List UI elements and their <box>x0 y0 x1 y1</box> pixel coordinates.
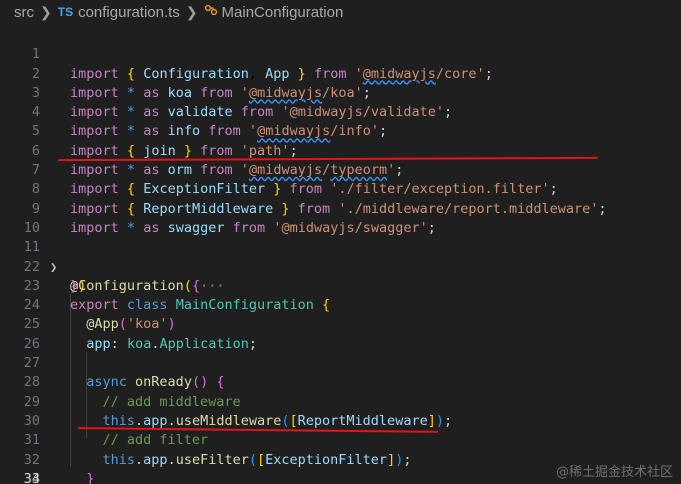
chevron-right-icon: ❯ <box>185 3 198 20</box>
code-editor[interactable]: 1 import { Configuration, App } from '@m… <box>0 24 681 484</box>
code-line[interactable]: 3 import * as validate from '@midwayjs/v… <box>0 65 681 120</box>
breadcrumb-folder[interactable]: src <box>14 4 34 21</box>
code-line[interactable]: 5 import { join } from 'path'; <box>0 103 681 158</box>
code-line[interactable]: 27 async onReady() { <box>0 335 681 390</box>
code-line[interactable]: 11 ❯ @Configuration({··· <box>0 219 681 294</box>
code-line[interactable]: 28 // add middleware <box>0 354 681 409</box>
code-line[interactable]: 25 app: koa.Application; <box>0 296 681 351</box>
breadcrumb-symbol-label: MainConfiguration <box>221 3 344 21</box>
watermark: @稀土掘金技术社区 <box>555 465 673 480</box>
code-line[interactable]: 23 export class MainConfiguration { <box>0 258 681 313</box>
code-line[interactable]: 30 // add filter <box>0 393 681 448</box>
class-symbol-icon <box>204 3 218 21</box>
chevron-right-icon: ❯ <box>40 3 52 20</box>
typescript-file-icon: TS <box>57 5 74 19</box>
code-line[interactable]: 8 import { ReportMiddleware } from './mi… <box>0 161 681 216</box>
code-line[interactable]: 32 } <box>0 431 681 484</box>
breadcrumb-file[interactable]: TS configuration.ts <box>58 4 180 21</box>
code-line[interactable]: 10 <box>0 200 681 236</box>
code-line[interactable]: 2 import * as koa from '@midwayjs/koa'; <box>0 45 681 101</box>
breadcrumb: src ❯ TS configuration.ts ❯ MainConfigur… <box>0 0 681 24</box>
code-line[interactable]: 4 import * as info from '@midwayjs/info'… <box>0 84 681 139</box>
code-line[interactable]: 24 @App('koa') <box>0 277 681 332</box>
breadcrumb-file-label: configuration.ts <box>78 3 180 21</box>
code-line[interactable]: 26 <box>0 316 681 352</box>
breadcrumb-folder-label: src <box>14 3 34 21</box>
code-line[interactable]: 1 import { Configuration, App } from '@m… <box>0 26 681 81</box>
breadcrumb-symbol[interactable]: MainConfiguration <box>204 3 344 21</box>
code-line[interactable]: 22 }) <box>0 238 681 294</box>
code-line[interactable]: 6 import * as orm from '@midwayjs/typeor… <box>0 123 681 178</box>
code-line[interactable]: 9 import * as swagger from '@midwayjs/sw… <box>0 180 681 236</box>
code-line[interactable]: 29 this.app.useMiddleware([ReportMiddlew… <box>0 373 681 429</box>
